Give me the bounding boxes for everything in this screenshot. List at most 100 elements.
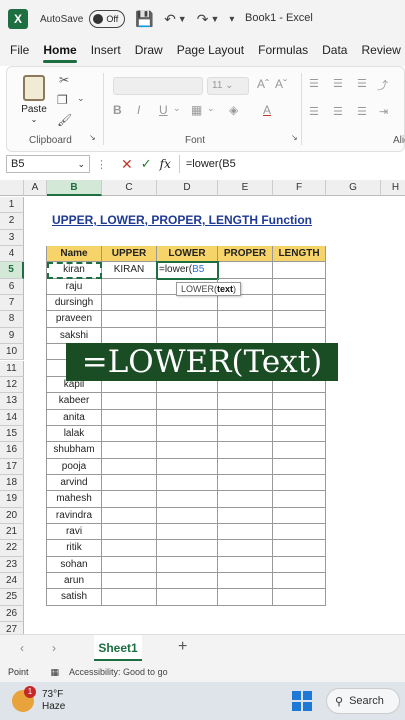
row-header-1[interactable]: 1 [0, 197, 24, 214]
name-cell[interactable]: shubham [47, 442, 102, 459]
name-cell[interactable]: ritik [47, 540, 102, 557]
cut-icon[interactable]: ✂ [59, 73, 69, 87]
table-cell[interactable] [102, 278, 157, 296]
table-cell[interactable] [273, 474, 326, 492]
undo-icon[interactable]: ↶ [164, 11, 176, 28]
row-header-2[interactable]: 2 [0, 213, 24, 230]
name-cell[interactable]: anita [47, 409, 102, 426]
table-cell[interactable] [157, 442, 218, 459]
table-cell[interactable] [273, 556, 326, 574]
table-cell[interactable] [273, 262, 326, 279]
column-header-f[interactable]: F [273, 180, 326, 196]
table-cell[interactable] [157, 491, 218, 508]
row-header-11[interactable]: 11 [0, 360, 24, 377]
table-cell[interactable] [218, 556, 273, 574]
name-cell[interactable]: mahesh [47, 491, 102, 508]
row-header-5[interactable]: 5 [0, 262, 24, 279]
tab-draw[interactable]: Draw [135, 43, 163, 61]
insert-function-icon[interactable]: fx [160, 157, 171, 171]
weather-widget[interactable]: 73°F Haze [42, 689, 65, 713]
taskbar-search-button[interactable]: ⚲ Search [326, 688, 400, 714]
table-cell[interactable] [218, 540, 273, 557]
row-header-24[interactable]: 24 [0, 573, 24, 590]
table-cell[interactable] [273, 507, 326, 524]
font-name-box[interactable] [113, 77, 203, 95]
row-header-21[interactable]: 21 [0, 524, 24, 541]
align-bottom-icon[interactable]: ☰ [357, 77, 367, 90]
table-cell[interactable] [273, 278, 326, 296]
table-cell[interactable] [102, 393, 157, 410]
name-cell[interactable]: praveen [47, 311, 102, 328]
tab-page-layout[interactable]: Page Layout [177, 43, 244, 61]
row-header-12[interactable]: 12 [0, 376, 24, 394]
align-top-icon[interactable]: ☰ [309, 77, 319, 90]
table-cell[interactable] [157, 524, 218, 541]
tab-review[interactable]: Review [361, 43, 400, 61]
table-cell[interactable] [157, 295, 218, 312]
table-cell[interactable] [218, 524, 273, 541]
row-header-14[interactable]: 14 [0, 409, 24, 426]
table-cell[interactable] [273, 491, 326, 508]
borders-icon[interactable]: ▦ [191, 103, 202, 117]
paste-button[interactable]: Paste ⌄ [19, 75, 49, 124]
table-cell[interactable] [273, 573, 326, 590]
table-cell[interactable] [102, 474, 157, 492]
column-header-g[interactable]: G [326, 180, 381, 196]
bold-icon[interactable]: B [113, 103, 122, 117]
table-cell[interactable] [273, 393, 326, 410]
table-cell[interactable] [273, 295, 326, 312]
row-header-4[interactable]: 4 [0, 246, 24, 263]
redo-dropdown-icon[interactable]: ▼ [210, 14, 219, 24]
font-launcher-icon[interactable]: ↘ [291, 133, 298, 142]
table-cell[interactable] [273, 311, 326, 328]
name-cell[interactable]: ravindra [47, 507, 102, 524]
row-header-13[interactable]: 13 [0, 393, 24, 410]
accessibility-status[interactable]: Accessibility: Good to go [69, 667, 168, 677]
table-cell[interactable] [102, 589, 157, 606]
italic-icon[interactable]: I [137, 103, 140, 117]
table-cell[interactable] [102, 442, 157, 459]
align-right-icon[interactable]: ☰ [357, 105, 367, 118]
column-header-e[interactable]: E [218, 180, 273, 196]
table-cell[interactable] [218, 425, 273, 443]
add-sheet-button[interactable]: + [178, 638, 187, 656]
font-color-icon[interactable]: A [263, 103, 271, 117]
table-cell[interactable] [157, 458, 218, 475]
table-cell[interactable] [218, 393, 273, 410]
row-header-15[interactable]: 15 [0, 425, 24, 443]
row-header-25[interactable]: 25 [0, 589, 24, 606]
table-cell[interactable] [273, 425, 326, 443]
table-cell[interactable] [102, 491, 157, 508]
table-cell[interactable] [102, 540, 157, 557]
table-cell[interactable] [157, 556, 218, 574]
decrease-font-icon[interactable]: Aˇ [275, 77, 287, 91]
undo-dropdown-icon[interactable]: ▼ [178, 14, 187, 24]
name-cell[interactable]: satish [47, 589, 102, 606]
table-cell[interactable] [102, 327, 157, 345]
fill-color-icon[interactable]: ◈ [229, 103, 238, 117]
row-header-3[interactable]: 3 [0, 229, 24, 247]
table-cell[interactable] [218, 458, 273, 475]
table-cell[interactable] [218, 573, 273, 590]
font-size-box[interactable]: 11 ⌄ [207, 77, 249, 95]
next-sheet-icon[interactable]: › [52, 641, 56, 655]
indent-icon[interactable]: ⇥ [379, 105, 388, 118]
table-cell[interactable] [218, 311, 273, 328]
align-center-icon[interactable]: ☰ [333, 105, 343, 118]
table-cell[interactable] [157, 474, 218, 492]
table-cell[interactable] [218, 327, 273, 345]
table-cell[interactable] [218, 474, 273, 492]
copy-dropdown-icon[interactable]: ⌄ [77, 93, 85, 104]
table-cell[interactable] [102, 507, 157, 524]
cancel-icon[interactable]: ✕ [121, 156, 133, 173]
row-header-9[interactable]: 9 [0, 327, 24, 345]
table-cell[interactable] [273, 442, 326, 459]
borders-dropdown-icon[interactable]: ⌄ [207, 103, 215, 114]
name-cell[interactable]: kiran [47, 262, 102, 279]
table-cell[interactable] [273, 458, 326, 475]
name-cell[interactable]: pooja [47, 458, 102, 475]
name-cell[interactable]: ravi [47, 524, 102, 541]
table-cell[interactable] [157, 327, 218, 345]
table-cell[interactable] [273, 540, 326, 557]
clipboard-launcher-icon[interactable]: ↘ [89, 133, 96, 142]
